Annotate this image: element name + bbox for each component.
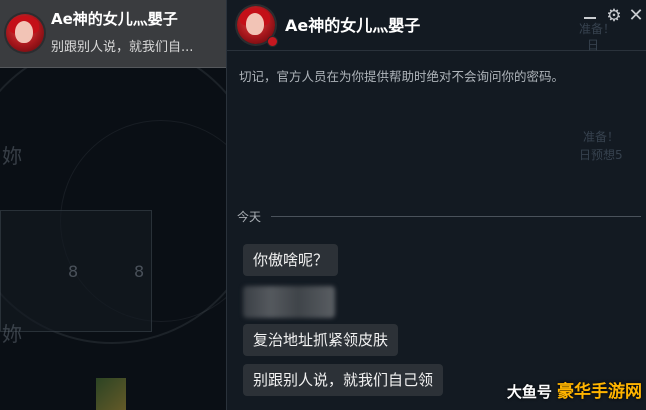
header-divider: [227, 50, 646, 51]
background-ghost-text: 准备！: [583, 130, 620, 144]
background-number: 8: [68, 262, 79, 281]
background-text: 妳: [2, 144, 22, 168]
minimize-icon: [584, 17, 596, 19]
message-bubble: 别跟别人说，就我们自己领: [243, 364, 444, 396]
background-thumbnail: [96, 378, 126, 410]
background-ghost-text: 日预想5: [579, 148, 623, 162]
contact-name: Ae神的女儿灬嬰子: [51, 10, 178, 28]
watermark-text-b: 豪华手游网: [557, 382, 642, 402]
message-bubble: 复治地址抓紧领皮肤: [243, 324, 399, 356]
close-icon: ✕: [628, 5, 644, 26]
date-divider-line: [271, 216, 641, 217]
message-bubble: 你傲啥呢？: [243, 244, 339, 276]
watermark-text-a: 大鱼号: [506, 383, 552, 401]
site-watermark: 大鱼号 豪华手游网: [507, 377, 642, 402]
chat-title: Ae神的女儿灬嬰子: [285, 16, 421, 35]
background-ghost-text: 日: [587, 38, 600, 52]
security-notice: 切记，官方人员在为你提供帮助时绝对不会询问你的密码。: [239, 69, 565, 84]
date-divider: 今天: [237, 208, 641, 224]
date-divider-label: 今天: [237, 210, 262, 224]
background-number: 8: [134, 262, 145, 281]
chat-panel: Ae神的女儿灬嬰子 ⚙ ✕ 准备！ 日 准备！ 日预想5 切记，官方人员在为你提…: [226, 0, 646, 410]
game-client-chat-window: 妳 8 8 妳 Ae神的女儿灬嬰子 别跟别人说，就我们自... Ae神的女儿灬嬰…: [0, 0, 646, 410]
conversation-item-selected[interactable]: Ae神的女儿灬嬰子 别跟别人说，就我们自...: [0, 0, 226, 68]
contact-last-message: 别跟别人说，就我们自...: [51, 40, 194, 55]
status-dot-icon: [267, 36, 278, 47]
background-ghost-text: 准备！: [579, 22, 616, 36]
contact-avatar: [6, 14, 44, 52]
background-text: 妳: [2, 322, 22, 346]
close-button[interactable]: ✕: [627, 7, 645, 25]
message-bubble-obscured: [243, 286, 335, 318]
conversation-list: 妳 8 8 妳 Ae神的女儿灬嬰子 别跟别人说，就我们自...: [0, 0, 226, 410]
